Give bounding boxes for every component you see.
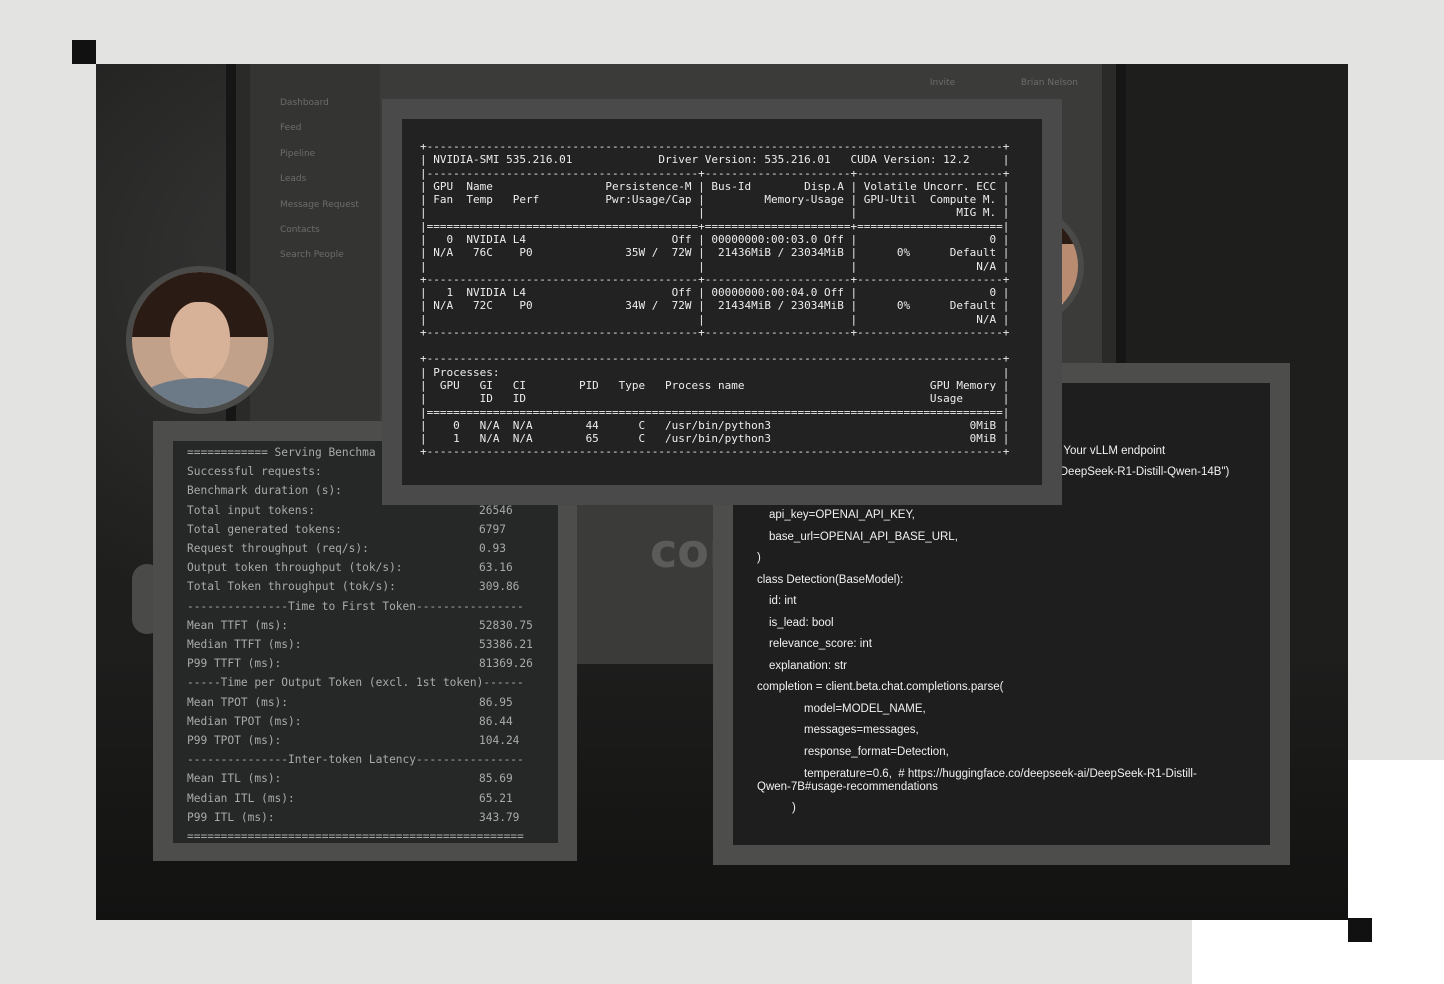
nvidia-smi-line: | 0 NVIDIA L4 Off | 00000000:00:03.0 Off…: [420, 232, 1010, 246]
code-line: messages=messages,: [804, 724, 919, 736]
code-line: response_format=Detection,: [804, 746, 949, 758]
sidebar-item: Dashboard: [280, 98, 329, 108]
nvidia-smi-line: +---------------------------------------…: [420, 272, 1010, 286]
benchmark-label: P99 ITL (ms):: [187, 810, 275, 824]
invite-label: Invite: [929, 78, 956, 88]
benchmark-value: 53386.21: [479, 638, 533, 651]
sidebar-item: Message Request: [280, 200, 359, 210]
code-line: base_url=OPENAI_API_BASE_URL,: [769, 531, 958, 543]
benchmark-value: 309.86: [479, 580, 520, 594]
nvidia-smi-line: | 1 N/A N/A 65 C /usr/bin/python3 0MiB |: [420, 432, 1010, 446]
nvidia-smi-line: +---------------------------------------…: [420, 445, 1010, 459]
code-line: Qwen-7B#usage-recommendations: [757, 781, 938, 793]
nvidia-smi-line: | Fan Temp Perf Pwr:Usage/Cap | Memory-U…: [420, 193, 1010, 207]
benchmark-value: 104.24: [479, 734, 520, 747]
benchmark-label: Mean ITL (ms):: [187, 772, 282, 786]
nvidia-smi-terminal: +---------------------------------------…: [402, 119, 1042, 485]
benchmark-label: Output token throughput (tok/s):: [187, 561, 403, 575]
corner-square-bottom-right: [1348, 918, 1372, 942]
nvidia-smi-line: | GPU Name Persistence-M | Bus-Id Disp.A…: [420, 179, 1010, 193]
sidebar-item: Pipeline: [280, 149, 316, 159]
sidebar-item: Leads: [280, 174, 307, 184]
benchmark-label: P99 TPOT (ms):: [187, 734, 282, 747]
nvidia-smi-line: | | | MIG M. |: [420, 206, 1010, 220]
nvidia-smi-line: | N/A 76C P0 35W / 72W | 21436MiB / 2303…: [420, 246, 1010, 260]
app-topbar: Invite Brian Nelson: [930, 78, 1078, 88]
nvidia-smi-line: |=======================================…: [420, 405, 1010, 419]
nvidia-smi-line: | 1 NVIDIA L4 Off | 00000000:00:04.0 Off…: [420, 286, 1010, 300]
benchmark-label: -----Time per Output Token (excl. 1st to…: [187, 676, 524, 690]
benchmark-label: Total Token throughput (tok/s):: [187, 580, 396, 594]
code-line: class Detection(BaseModel):: [757, 574, 904, 586]
benchmark-value: 6797: [479, 522, 506, 536]
benchmark-label: ---------------Time to First Token------…: [187, 599, 524, 613]
benchmark-label: Mean TPOT (ms):: [187, 695, 289, 709]
nvidia-smi-line: | | | N/A |: [420, 259, 1010, 273]
code-line: # Your vLLM endpoint: [1054, 445, 1166, 457]
sidebar-item: Feed: [280, 123, 302, 133]
benchmark-value: 63.16: [479, 561, 513, 575]
code-line: is_lead: bool: [769, 617, 834, 629]
code-line: explanation: str: [769, 660, 847, 672]
code-line: temperature=0.6, # https://huggingface.c…: [804, 768, 1197, 780]
benchmark-label: Successful requests:: [187, 465, 322, 479]
corner-square-top-left: [72, 40, 96, 64]
nvidia-smi-line: |=======================================…: [420, 219, 1010, 233]
code-line: relevance_score: int: [769, 638, 872, 650]
nvidia-smi-line: | 0 N/A N/A 44 C /usr/bin/python3 0MiB |: [420, 418, 1010, 432]
benchmark-label: ============ Serving Benchma: [187, 446, 376, 459]
code-line: ): [792, 802, 796, 814]
code-line: ): [757, 552, 761, 564]
nvidia-smi-line: +---------------------------------------…: [420, 352, 1010, 366]
benchmark-value: 52830.75: [479, 618, 533, 632]
code-line: i/DeepSeek-R1-Distill-Qwen-14B"): [1054, 466, 1230, 478]
sidebar-item: Search People: [280, 250, 344, 260]
nvidia-smi-line: | ID ID Usage |: [420, 392, 1010, 406]
code-line: api_key=OPENAI_API_KEY,: [769, 509, 915, 521]
benchmark-value: 81369.26: [479, 657, 533, 671]
code-line: model=MODEL_NAME,: [804, 703, 926, 715]
benchmark-label: Total generated tokens:: [187, 522, 342, 536]
benchmark-value: 85.69: [479, 772, 513, 786]
user-name: Brian Nelson: [1020, 78, 1078, 88]
benchmark-value: 343.79: [479, 810, 520, 824]
benchmark-label: Request throughput (req/s):: [187, 542, 369, 555]
nvidia-smi-line: +---------------------------------------…: [420, 140, 1010, 153]
nvidia-smi-line: | GPU GI CI PID Type Process name GPU Me…: [420, 379, 1010, 393]
nvidia-smi-line: | NVIDIA-SMI 535.216.01 Driver Version: …: [420, 153, 1010, 167]
nvidia-smi-line: |---------------------------------------…: [420, 166, 1010, 180]
nvidia-smi-line: | Processes: |: [420, 365, 1010, 379]
avatar-woman: [126, 266, 274, 414]
code-line: id: int: [769, 595, 797, 607]
benchmark-label: ========================================…: [187, 830, 524, 843]
benchmark-label: P99 TTFT (ms):: [187, 657, 282, 671]
benchmark-value: 86.95: [479, 695, 513, 709]
benchmark-label: Total input tokens:: [187, 503, 315, 517]
benchmark-label: Mean TTFT (ms):: [187, 618, 289, 632]
benchmark-value: 86.44: [479, 714, 513, 728]
benchmark-value: 65.21: [479, 791, 513, 805]
benchmark-label: Median TTFT (ms):: [187, 638, 302, 651]
benchmark-label: Median ITL (ms):: [187, 791, 295, 805]
nvidia-smi-line: | | | N/A |: [420, 312, 1010, 326]
sidebar-item: Contacts: [280, 225, 320, 235]
benchmark-label: Median TPOT (ms):: [187, 714, 302, 728]
nvidia-smi-line: | N/A 72C P0 34W / 72W | 21434MiB / 2303…: [420, 299, 1010, 313]
benchmark-value: 0.93: [479, 542, 506, 555]
nvidia-smi-line: +---------------------------------------…: [420, 325, 1010, 339]
benchmark-label: ---------------Inter-token Latency------…: [187, 753, 524, 767]
code-line: completion = client.beta.chat.completion…: [757, 681, 1004, 693]
benchmark-label: Benchmark duration (s):: [187, 484, 342, 498]
